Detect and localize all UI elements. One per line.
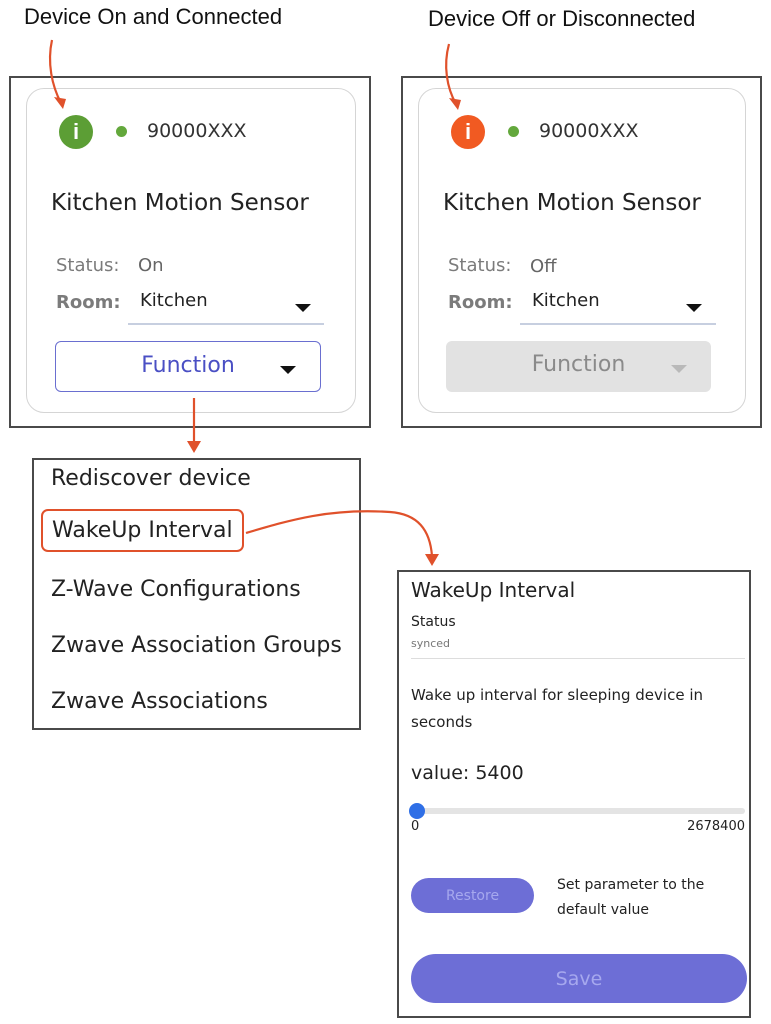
restore-hint: Set parameter to the default value	[557, 873, 704, 923]
status-label: Status:	[448, 255, 512, 276]
function-button[interactable]: Function	[55, 341, 321, 392]
status-label: Status	[411, 614, 456, 630]
device-card-on[interactable]: i 90000XXX Kitchen Motion Sensor Status:…	[26, 88, 356, 413]
slider-thumb[interactable]	[408, 803, 425, 819]
chevron-down-icon	[280, 366, 296, 374]
arrowhead	[187, 441, 201, 453]
device-on-frame: i 90000XXX Kitchen Motion Sensor Status:…	[9, 76, 371, 428]
room-label: Room:	[448, 292, 513, 313]
info-icon[interactable]: i	[59, 115, 93, 149]
room-select-value[interactable]: Kitchen	[532, 290, 600, 311]
caption-device-on: Device On and Connected	[24, 4, 283, 29]
status-label: Status:	[56, 255, 120, 276]
parameter-description: Wake up interval for sleeping device in …	[411, 682, 703, 736]
chevron-down-icon[interactable]	[686, 304, 702, 312]
menu-item-wakeup-interval[interactable]: WakeUp Interval	[41, 509, 244, 552]
chevron-down-icon	[671, 365, 687, 373]
status-value: On	[138, 255, 164, 276]
value-readout: value: 5400	[411, 762, 524, 784]
connection-status-dot	[116, 126, 127, 137]
restore-hint-line: default value	[557, 902, 649, 918]
menu-item-rediscover-device[interactable]: Rediscover device	[51, 466, 251, 491]
room-select-value[interactable]: Kitchen	[140, 290, 208, 311]
slider-max-label: 2678400	[687, 819, 745, 834]
menu-item-zwave-associations[interactable]: Zwave Associations	[51, 689, 268, 714]
divider	[411, 658, 745, 659]
room-select-underline	[520, 323, 716, 325]
device-name: Kitchen Motion Sensor	[51, 190, 309, 216]
slider-min-label: 0	[411, 819, 420, 834]
caption-device-off: Device Off or Disconnected	[428, 6, 696, 31]
description-line: seconds	[411, 713, 473, 731]
slider-track[interactable]	[413, 808, 745, 814]
room-label: Room:	[56, 292, 121, 313]
wakeup-interval-dialog: WakeUp Interval Status synced Wake up in…	[397, 570, 751, 1018]
device-card-off[interactable]: i 90000XXX Kitchen Motion Sensor Status:…	[418, 88, 746, 413]
info-icon[interactable]: i	[451, 115, 485, 149]
menu-item-zwave-association-groups[interactable]: Zwave Association Groups	[51, 633, 342, 658]
chevron-down-icon[interactable]	[295, 304, 311, 312]
status-value: Off	[530, 256, 557, 277]
menu-item-zwave-configurations[interactable]: Z-Wave Configurations	[51, 577, 301, 602]
arrowhead	[425, 554, 439, 566]
function-menu: Rediscover device WakeUp Interval Z-Wave…	[32, 458, 361, 730]
device-name: Kitchen Motion Sensor	[443, 190, 701, 216]
dialog-title: WakeUp Interval	[411, 578, 576, 602]
status-value: synced	[411, 637, 451, 650]
connection-status-dot	[508, 126, 519, 137]
device-id: 90000XXX	[539, 120, 639, 142]
device-id: 90000XXX	[147, 120, 247, 142]
restore-button[interactable]: Restore	[411, 878, 534, 913]
description-line: Wake up interval for sleeping device in	[411, 686, 703, 704]
room-select-underline	[128, 323, 324, 325]
save-button[interactable]: Save	[411, 954, 747, 1003]
function-button-disabled: Function	[446, 341, 711, 392]
restore-hint-line: Set parameter to the	[557, 877, 705, 893]
device-off-frame: i 90000XXX Kitchen Motion Sensor Status:…	[401, 76, 762, 428]
